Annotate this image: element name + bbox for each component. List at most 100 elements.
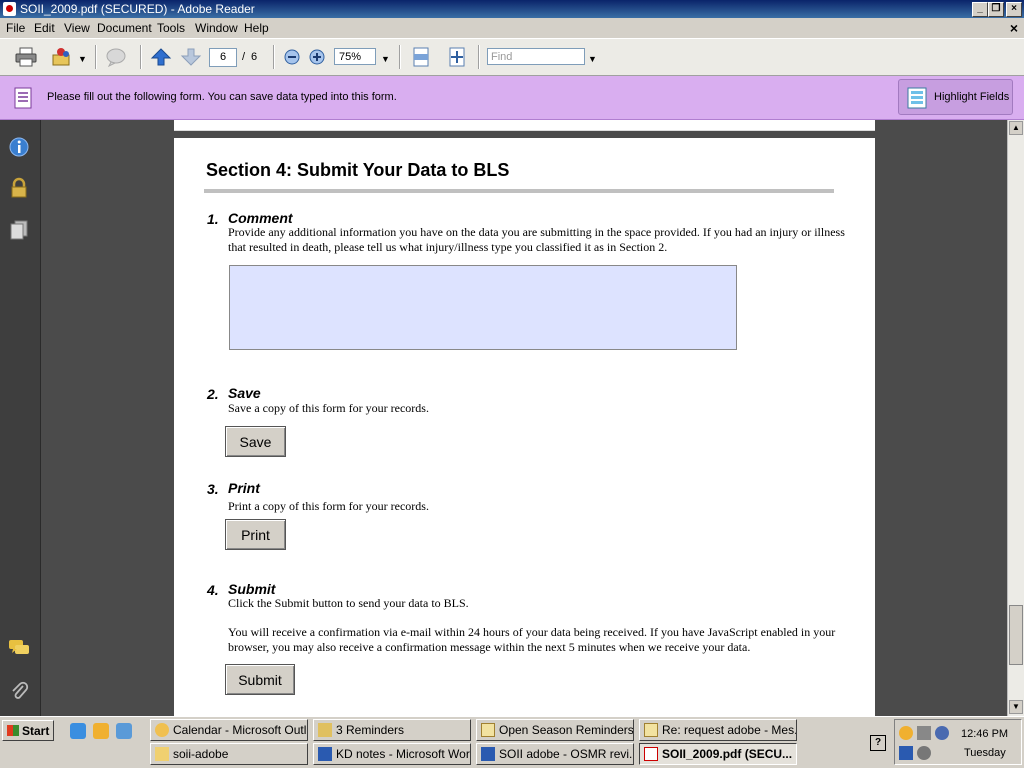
vertical-scrollbar[interactable]: ▲ ▼ — [1007, 120, 1024, 716]
lock-icon[interactable] — [8, 177, 30, 199]
info-icon[interactable] — [8, 136, 30, 158]
desktop-icon[interactable] — [116, 723, 132, 739]
pages-icon[interactable] — [8, 219, 30, 241]
scroll-down-icon[interactable]: ▼ — [1009, 700, 1023, 714]
scroll-thumb[interactable] — [1009, 605, 1023, 665]
zoom-dropdown-icon[interactable]: ▼ — [381, 54, 390, 64]
next-page-icon[interactable] — [180, 47, 202, 67]
item-4-text: Click the Submit button to send your dat… — [228, 596, 469, 610]
comments-icon[interactable] — [8, 637, 30, 659]
find-dropdown-icon[interactable]: ▼ — [588, 54, 597, 64]
zoom-in-icon[interactable] — [308, 47, 326, 67]
menu-edit[interactable]: Edit — [34, 21, 55, 35]
scroll-up-icon[interactable]: ▲ — [1009, 121, 1023, 135]
task-soii-pdf[interactable]: SOII_2009.pdf (SECU... — [639, 743, 797, 765]
navigation-pane — [0, 120, 41, 716]
outlook-tray-icon[interactable] — [899, 726, 913, 740]
calendar-icon — [155, 723, 169, 737]
system-tray: 12:46 PM Tuesday — [894, 719, 1022, 765]
comment-tool-icon[interactable] — [105, 47, 127, 67]
highlight-fields-button[interactable]: Highlight Fields — [898, 79, 1013, 115]
item-3-heading: Print — [228, 480, 260, 496]
task-label: Calendar - Microsoft Outl... — [173, 723, 308, 737]
item-3-text: Print a copy of this form for your recor… — [228, 499, 429, 513]
close-document-icon[interactable]: × — [1010, 20, 1018, 36]
menu-file[interactable]: File — [6, 21, 25, 35]
chevron-down-icon[interactable]: ▼ — [78, 54, 87, 64]
form-document-icon — [14, 87, 32, 109]
word-icon — [318, 747, 332, 761]
toolbar-separator — [140, 45, 142, 69]
item-4-heading: Submit — [228, 581, 276, 597]
attachments-icon[interactable] — [8, 680, 30, 702]
folder-icon — [155, 747, 169, 761]
form-notification-bar: Please fill out the following form. You … — [0, 76, 1024, 120]
menu-view[interactable]: View — [64, 21, 90, 35]
print-icon[interactable] — [15, 47, 37, 67]
form-message: Please fill out the following form. You … — [47, 91, 397, 103]
task-label: SOII_2009.pdf (SECU... — [662, 747, 793, 761]
email-icon[interactable] — [51, 47, 73, 67]
internet-explorer-icon[interactable] — [70, 723, 86, 739]
item-4-confirmation-text: You will receive a confirmation via e-ma… — [228, 625, 836, 654]
task-label: SOII adobe - OSMR revi... — [499, 747, 634, 761]
volume-tray-icon[interactable] — [917, 746, 931, 760]
toolbar-separator — [273, 45, 275, 69]
task-label: Re: request adobe - Mes... — [662, 723, 797, 737]
bell-icon — [318, 723, 332, 737]
page-number-input[interactable]: 6 — [209, 48, 237, 67]
item-2-text: Save a copy of this form for your record… — [228, 401, 429, 415]
antivirus-tray-icon[interactable] — [899, 746, 913, 760]
help-icon[interactable]: ? — [870, 735, 886, 751]
previous-page-icon[interactable] — [150, 47, 172, 67]
item-1-text: Provide any additional information you h… — [228, 225, 845, 254]
task-calendar[interactable]: Calendar - Microsoft Outl... — [150, 719, 308, 741]
menu-tools[interactable]: Tools — [157, 21, 185, 35]
windows-logo-icon — [7, 725, 19, 736]
task-request-adobe[interactable]: Re: request adobe - Mes... — [639, 719, 797, 741]
item-1-heading: Comment — [228, 210, 293, 226]
fit-page-icon[interactable] — [446, 47, 468, 67]
print-button[interactable]: Print — [225, 519, 286, 550]
task-soii-osmr[interactable]: SOII adobe - OSMR revi... — [476, 743, 634, 765]
taskbar: Start Calendar - Microsoft Outl... 3 Rem… — [0, 716, 1024, 768]
task-label: Open Season Reminders... — [499, 723, 634, 737]
zoom-out-icon[interactable] — [283, 47, 301, 67]
section-rule — [204, 189, 834, 193]
fit-width-icon[interactable] — [410, 47, 432, 67]
task-label: KD notes - Microsoft Word — [336, 747, 471, 761]
task-kd-notes[interactable]: KD notes - Microsoft Word — [313, 743, 471, 765]
outlook-icon[interactable] — [93, 723, 109, 739]
adobe-reader-icon — [3, 2, 16, 16]
page-separator: / — [242, 51, 246, 63]
comment-field[interactable] — [229, 265, 737, 350]
highlight-fields-icon — [907, 87, 927, 109]
document-area: Section 4: Submit Your Data to BLS 1. Co… — [41, 120, 1007, 716]
envelope-icon — [644, 723, 658, 737]
task-open-season[interactable]: Open Season Reminders... — [476, 719, 634, 741]
section-title: Section 4: Submit Your Data to BLS — [206, 160, 510, 180]
envelope-icon — [481, 723, 495, 737]
clock-time[interactable]: 12:46 PM — [961, 728, 1008, 740]
submit-button[interactable]: Submit — [225, 664, 295, 695]
window-title: SOII_2009.pdf (SECURED) - Adobe Reader — [20, 2, 255, 16]
task-label: soii-adobe — [173, 747, 229, 761]
menu-help[interactable]: Help — [244, 21, 269, 35]
menu-document[interactable]: Document — [97, 21, 152, 35]
word-icon — [481, 747, 495, 761]
printer-tray-icon[interactable] — [917, 726, 931, 740]
menu-window[interactable]: Window — [195, 21, 238, 35]
close-button[interactable]: × — [1006, 2, 1022, 17]
network-tray-icon[interactable] — [935, 726, 949, 740]
title-bar: SOII_2009.pdf (SECURED) - Adobe Reader _… — [0, 0, 1024, 18]
restore-button[interactable]: ❐ — [988, 2, 1004, 17]
item-4-number: 4. — [207, 582, 219, 598]
save-button[interactable]: Save — [225, 426, 286, 457]
task-soii-adobe-folder[interactable]: soii-adobe — [150, 743, 308, 765]
minimize-button[interactable]: _ — [972, 2, 988, 17]
item-1-number: 1. — [207, 211, 219, 227]
start-button[interactable]: Start — [2, 720, 54, 741]
find-input[interactable]: Find — [487, 48, 585, 65]
task-reminders[interactable]: 3 Reminders — [313, 719, 471, 741]
zoom-level-input[interactable]: 75% — [334, 48, 376, 65]
